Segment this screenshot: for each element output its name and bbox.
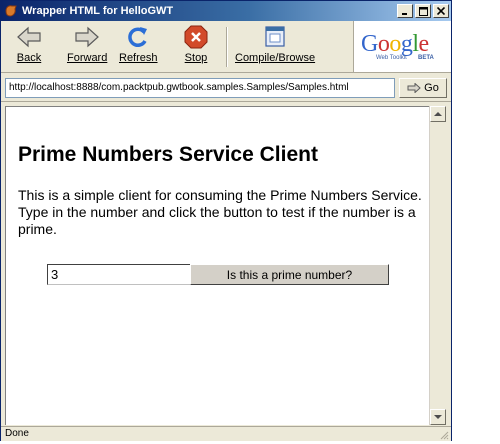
logo-subtitle: Web Toolkit	[376, 55, 407, 61]
stop-icon	[184, 25, 208, 49]
title-bar[interactable]: Wrapper HTML for HelloGWT	[1, 1, 451, 21]
page-title: Prime Numbers Service Client	[18, 143, 318, 166]
check-prime-button[interactable]: Is this a prime number?	[190, 264, 389, 285]
status-bar: Done	[1, 426, 451, 441]
back-arrow-icon	[17, 26, 41, 48]
forward-button[interactable]: Forward	[67, 25, 107, 71]
refresh-button[interactable]: Refresh	[119, 25, 158, 71]
maximize-button[interactable]	[415, 4, 431, 18]
compile-browse-label: Compile/Browse	[235, 52, 316, 64]
back-button[interactable]: Back	[15, 25, 43, 71]
logo-letter: G	[361, 31, 378, 57]
intro-text: This is a simple client for consuming th…	[18, 187, 422, 237]
logo-letter: g	[400, 31, 413, 57]
status-text: Done	[5, 428, 29, 439]
window-title: Wrapper HTML for HelloGWT	[22, 5, 174, 17]
logo-wordmark: Google	[361, 31, 429, 57]
toolbar: Back Forward Refresh Stop Compile/Browse…	[1, 21, 451, 73]
minimize-button[interactable]	[397, 4, 413, 18]
browser-window: Wrapper HTML for HelloGWT Back Forward R…	[0, 0, 452, 441]
browser-window-icon	[5, 5, 17, 17]
forward-label: Forward	[67, 52, 108, 64]
number-input[interactable]	[47, 264, 191, 285]
logo-letter: o	[377, 31, 390, 57]
page-content: Prime Numbers Service Client This is a s…	[5, 106, 429, 425]
scroll-down-button[interactable]	[430, 409, 446, 425]
vertical-scrollbar[interactable]	[429, 106, 446, 425]
close-button[interactable]	[433, 4, 449, 18]
google-web-toolkit-logo: Google Web Toolkit BETA	[353, 21, 451, 72]
address-bar: http://localhost:8888/com.packtpub.gwtbo…	[1, 74, 451, 102]
arrow-up-icon	[434, 112, 442, 116]
logo-letter: o	[389, 31, 401, 57]
forward-arrow-icon	[75, 26, 100, 48]
go-button[interactable]: Go	[399, 78, 447, 98]
url-input[interactable]: http://localhost:8888/com.packtpub.gwtbo…	[5, 78, 395, 98]
logo-letter: e	[418, 31, 430, 57]
stop-button[interactable]: Stop	[182, 25, 210, 71]
arrow-down-icon	[434, 415, 442, 419]
go-label: Go	[424, 82, 439, 94]
refresh-label: Refresh	[119, 52, 158, 64]
maximize-icon	[418, 6, 428, 16]
go-arrow-icon	[407, 83, 421, 93]
stop-label: Stop	[184, 52, 208, 64]
back-label: Back	[16, 52, 42, 64]
close-icon	[437, 7, 445, 15]
compile-browse-button[interactable]: Compile/Browse	[235, 25, 315, 71]
resize-grip-icon[interactable]	[439, 430, 449, 440]
refresh-icon	[128, 27, 148, 47]
toolbar-separator	[226, 27, 228, 67]
minimize-icon	[402, 13, 407, 15]
logo-beta-badge: BETA	[418, 55, 434, 61]
scroll-up-button[interactable]	[430, 106, 446, 122]
compile-browse-icon	[265, 26, 285, 47]
